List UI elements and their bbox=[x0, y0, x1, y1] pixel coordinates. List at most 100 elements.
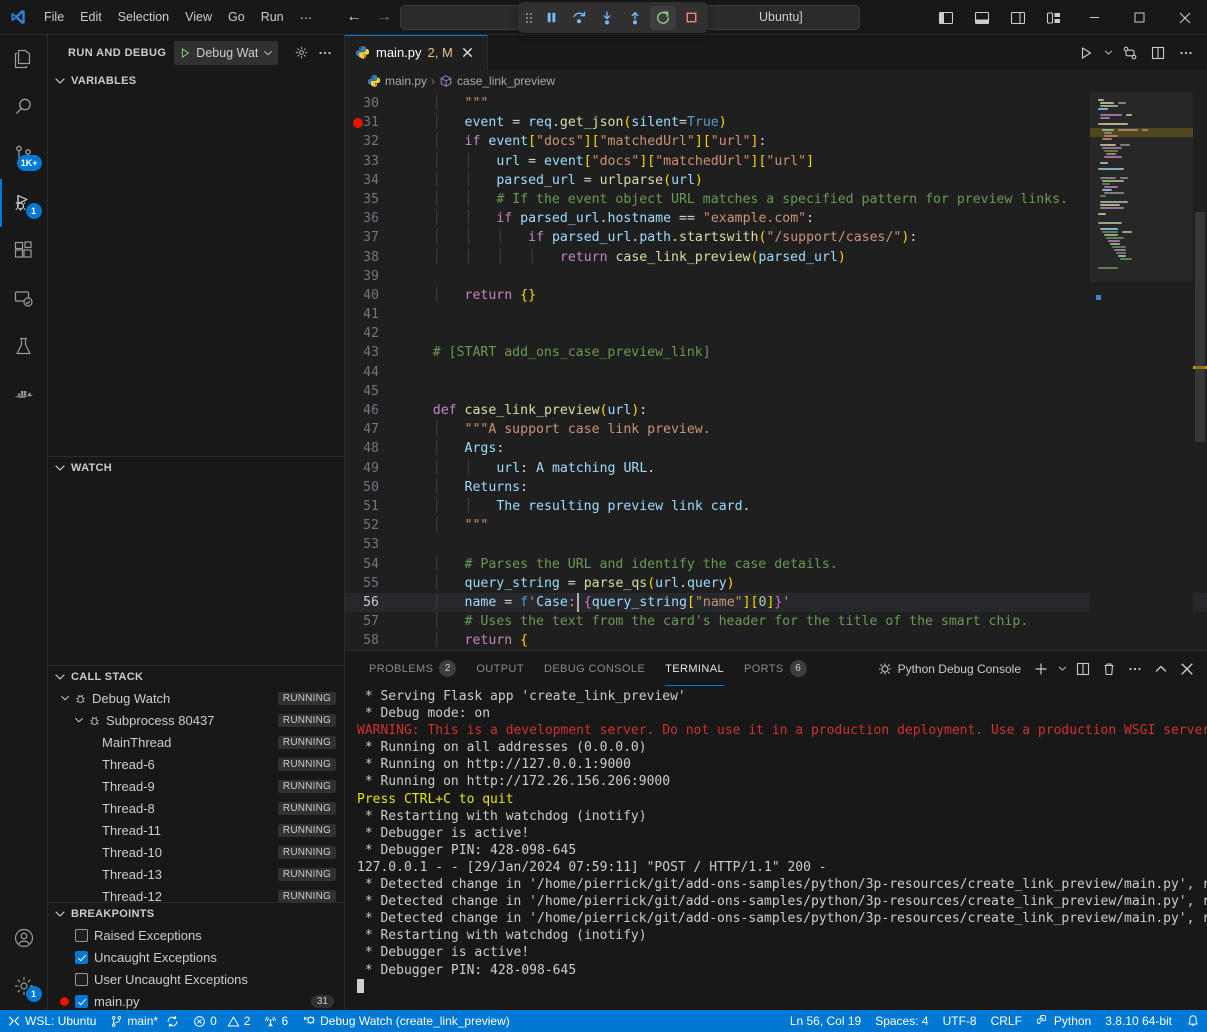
activity-item-source-control[interactable]: 1K+ bbox=[0, 131, 48, 179]
breakpoint-checkbox[interactable] bbox=[75, 951, 88, 964]
tab-problems[interactable]: PROBLEMS 2 bbox=[359, 651, 466, 686]
code-line[interactable]: 51 │ │ The resulting preview link card. bbox=[345, 497, 1207, 516]
minimap-slider[interactable] bbox=[1090, 92, 1193, 282]
breakpoints-pane-header[interactable]: BREAKPOINTS bbox=[48, 902, 344, 924]
tab-output[interactable]: OUTPUT bbox=[466, 651, 534, 686]
menu-go[interactable]: Go bbox=[220, 6, 253, 28]
status-remote[interactable]: WSL: Ubuntu bbox=[0, 1010, 103, 1032]
breakpoint-row[interactable]: main.py31 bbox=[48, 990, 344, 1010]
status-notifications[interactable] bbox=[1179, 1010, 1207, 1032]
toggle-secondary-sidebar-button[interactable] bbox=[1000, 0, 1036, 35]
code-line[interactable]: 52 │ """ bbox=[345, 516, 1207, 535]
run-python-file-button[interactable] bbox=[1073, 40, 1099, 66]
maximize-button[interactable] bbox=[1117, 0, 1162, 35]
restart-button[interactable] bbox=[650, 6, 676, 30]
code-line[interactable]: 37 │ │ │ if parsed_url.path.startswith("… bbox=[345, 228, 1207, 247]
code-line[interactable]: 31 │ event = req.get_json(silent=True) bbox=[345, 113, 1207, 132]
code-line[interactable]: 57 │ # Uses the text from the card's hea… bbox=[345, 612, 1207, 631]
tab-debug-console[interactable]: DEBUG CONSOLE bbox=[534, 651, 655, 686]
toggle-primary-sidebar-button[interactable] bbox=[928, 0, 964, 35]
minimize-button[interactable] bbox=[1072, 0, 1117, 35]
code-line[interactable]: 39 bbox=[345, 267, 1207, 286]
toggle-panel-button[interactable] bbox=[964, 0, 1000, 35]
code-line[interactable]: 33 │ │ url = event["docs"]["matchedUrl"]… bbox=[345, 152, 1207, 171]
sync-icon[interactable] bbox=[166, 1015, 179, 1028]
chevron-down-icon[interactable] bbox=[1101, 40, 1115, 66]
call-stack-row[interactable]: Thread-8RUNNING bbox=[48, 797, 344, 819]
code-line[interactable]: 35 │ │ # If the event object URL matches… bbox=[345, 190, 1207, 209]
code-line[interactable]: 54 │ # Parses the URL and identify the c… bbox=[345, 555, 1207, 574]
status-eol[interactable]: CRLF bbox=[984, 1010, 1029, 1032]
back-arrow-icon[interactable]: ← bbox=[346, 9, 362, 25]
code-line[interactable]: 36 │ │ if parsed_url.hostname == "exampl… bbox=[345, 209, 1207, 228]
call-stack-row[interactable]: Thread-10RUNNING bbox=[48, 841, 344, 863]
code-line[interactable]: 50 │ Returns: bbox=[345, 478, 1207, 497]
activity-item-docker[interactable] bbox=[0, 371, 48, 419]
open-launch-json-button[interactable] bbox=[290, 42, 312, 64]
code-line[interactable]: 58 │ return { bbox=[345, 631, 1207, 650]
editor-scrollbar[interactable] bbox=[1193, 92, 1207, 650]
step-over-button[interactable] bbox=[566, 6, 592, 30]
status-language[interactable]: Python bbox=[1029, 1010, 1098, 1032]
code-line[interactable]: 53 bbox=[345, 535, 1207, 554]
minimap[interactable] bbox=[1090, 92, 1193, 650]
new-terminal-button[interactable] bbox=[1029, 657, 1053, 681]
tab-terminal[interactable]: TERMINAL bbox=[655, 651, 734, 686]
menu-file[interactable]: File bbox=[36, 6, 72, 28]
forward-arrow-icon[interactable]: → bbox=[376, 9, 392, 25]
breadcrumb-file[interactable]: main.py bbox=[367, 74, 427, 88]
step-into-button[interactable] bbox=[594, 6, 620, 30]
call-stack-pane-header[interactable]: CALL STACK bbox=[48, 665, 344, 687]
breakpoint-row[interactable]: User Uncaught Exceptions bbox=[48, 968, 344, 990]
maximize-panel-button[interactable] bbox=[1149, 657, 1173, 681]
code-line[interactable]: 45 bbox=[345, 382, 1207, 401]
watch-pane-header[interactable]: WATCH bbox=[48, 456, 344, 478]
code-line[interactable]: 32 │ if event["docs"]["matchedUrl"]["url… bbox=[345, 132, 1207, 151]
activity-item-manage[interactable]: 1 bbox=[0, 962, 48, 1010]
call-stack-row[interactable]: Thread-6RUNNING bbox=[48, 753, 344, 775]
code-line[interactable]: 55 │ query_string = parse_qs(url.query) bbox=[345, 574, 1207, 593]
activity-item-remote-explorer[interactable] bbox=[0, 275, 48, 323]
call-stack-row[interactable]: MainThreadRUNNING bbox=[48, 731, 344, 753]
breakpoint-checkbox[interactable] bbox=[75, 973, 88, 986]
kill-terminal-button[interactable] bbox=[1097, 657, 1121, 681]
menu-more[interactable]: ⋯ bbox=[292, 6, 321, 29]
close-panel-button[interactable] bbox=[1175, 657, 1199, 681]
debug-configuration-select[interactable]: Debug Wat bbox=[174, 41, 278, 65]
call-stack-row[interactable]: Thread-12RUNNING bbox=[48, 885, 344, 902]
terminal-output[interactable]: * Serving Flask app 'create_link_preview… bbox=[345, 686, 1207, 1010]
run-and-debug-icon[interactable] bbox=[1117, 40, 1143, 66]
chevron-down-icon[interactable] bbox=[58, 692, 72, 704]
code-content[interactable]: 30 │ """31 │ event = req.get_json(silent… bbox=[345, 94, 1207, 650]
code-line[interactable]: 38 │ │ │ │ return case_link_preview(pars… bbox=[345, 248, 1207, 267]
code-line[interactable]: 47 │ """A support case link preview. bbox=[345, 420, 1207, 439]
code-line[interactable]: 56 │ name = f'Case: {query_string["name"… bbox=[345, 593, 1207, 612]
status-indentation[interactable]: Spaces: 4 bbox=[868, 1010, 935, 1032]
status-debug-session[interactable]: Debug Watch (create_link_preview) bbox=[295, 1010, 517, 1032]
code-line[interactable]: 46 def case_link_preview(url): bbox=[345, 401, 1207, 420]
breakpoint-checkbox[interactable] bbox=[75, 995, 88, 1008]
tab-main-py[interactable]: main.py 2, M bbox=[345, 35, 488, 70]
status-branch[interactable]: main* bbox=[103, 1010, 186, 1032]
close-icon[interactable] bbox=[459, 44, 477, 62]
pause-button[interactable] bbox=[538, 6, 564, 30]
activity-item-search[interactable] bbox=[0, 83, 48, 131]
close-button[interactable] bbox=[1162, 0, 1207, 35]
status-cursor-position[interactable]: Ln 56, Col 19 bbox=[783, 1010, 868, 1032]
breakpoint-row[interactable]: Raised Exceptions bbox=[48, 924, 344, 946]
status-encoding[interactable]: UTF-8 bbox=[936, 1010, 984, 1032]
code-line[interactable]: 48 │ Args: bbox=[345, 439, 1207, 458]
status-ports[interactable]: 6 bbox=[257, 1010, 295, 1032]
call-stack-row[interactable]: Subprocess 80437RUNNING bbox=[48, 709, 344, 731]
variables-pane-header[interactable]: VARIABLES bbox=[48, 70, 344, 92]
menu-selection[interactable]: Selection bbox=[110, 6, 177, 28]
breakpoint-row[interactable]: Uncaught Exceptions bbox=[48, 946, 344, 968]
tab-ports[interactable]: PORTS 6 bbox=[734, 651, 817, 686]
activity-item-testing[interactable] bbox=[0, 323, 48, 371]
code-line[interactable]: 30 │ """ bbox=[345, 94, 1207, 113]
sidebar-more-actions-button[interactable] bbox=[314, 42, 336, 64]
menu-view[interactable]: View bbox=[177, 6, 220, 28]
breadcrumb-symbol[interactable]: case_link_preview bbox=[439, 74, 555, 88]
editor-scroll-thumb[interactable] bbox=[1195, 212, 1205, 442]
call-stack-row[interactable]: Thread-9RUNNING bbox=[48, 775, 344, 797]
